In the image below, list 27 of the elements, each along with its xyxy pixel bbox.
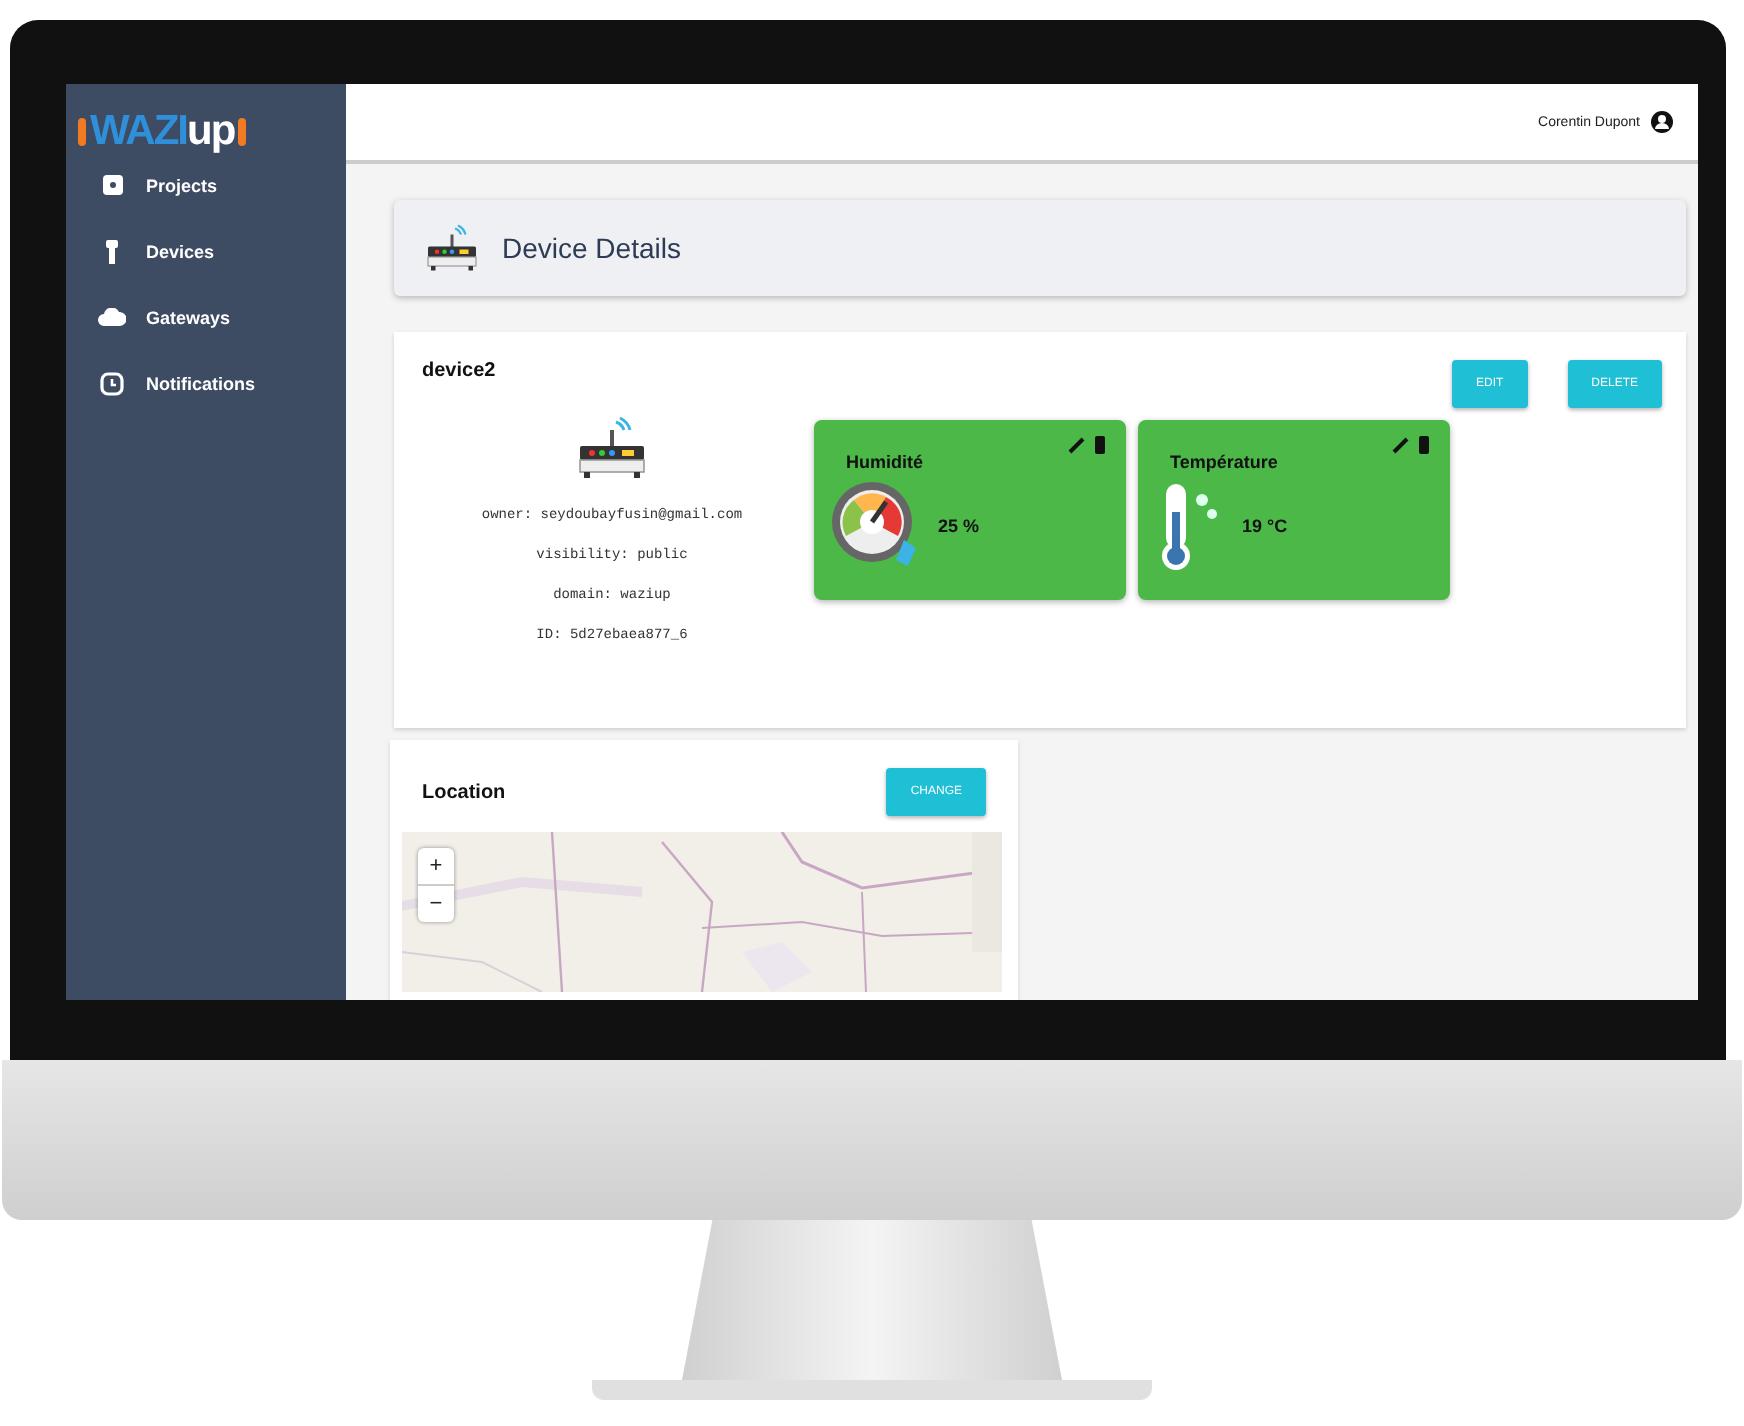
sensor-name: Température — [1170, 452, 1278, 472]
sidebar-item[interactable]: Projects — [66, 152, 346, 218]
sensor-icon — [104, 239, 120, 263]
account-icon[interactable] — [1650, 110, 1674, 134]
gauge-icon — [830, 480, 922, 572]
page-title: Device Details — [502, 232, 681, 264]
sensor-value: 19 °C — [1242, 516, 1288, 536]
logo-text: WAZIup — [90, 108, 235, 156]
trash-icon[interactable] — [1094, 436, 1106, 454]
sidebar-item[interactable]: Notifications — [66, 350, 346, 416]
sidebar-item[interactable]: Devices — [66, 218, 346, 284]
device-name: device2 — [422, 360, 496, 382]
sidebar-item[interactable]: Gateways — [66, 284, 346, 350]
folder-icon — [101, 174, 123, 196]
sensor-value: 25 % — [938, 516, 980, 536]
logo-mark-icon — [78, 118, 86, 146]
location-title: Location — [422, 781, 506, 803]
sensor-name: Humidité — [846, 452, 924, 472]
router-icon — [422, 224, 482, 272]
pencil-icon[interactable] — [1068, 436, 1086, 454]
zoom-in-button[interactable]: + — [418, 848, 454, 884]
logo-mark-icon — [238, 118, 247, 146]
pencil-icon[interactable] — [1392, 436, 1410, 454]
alarm-clock-icon — [100, 371, 124, 395]
trash-icon[interactable] — [1418, 436, 1430, 454]
cloud-icon — [98, 308, 126, 326]
zoom-out-button[interactable]: − — [418, 884, 454, 922]
